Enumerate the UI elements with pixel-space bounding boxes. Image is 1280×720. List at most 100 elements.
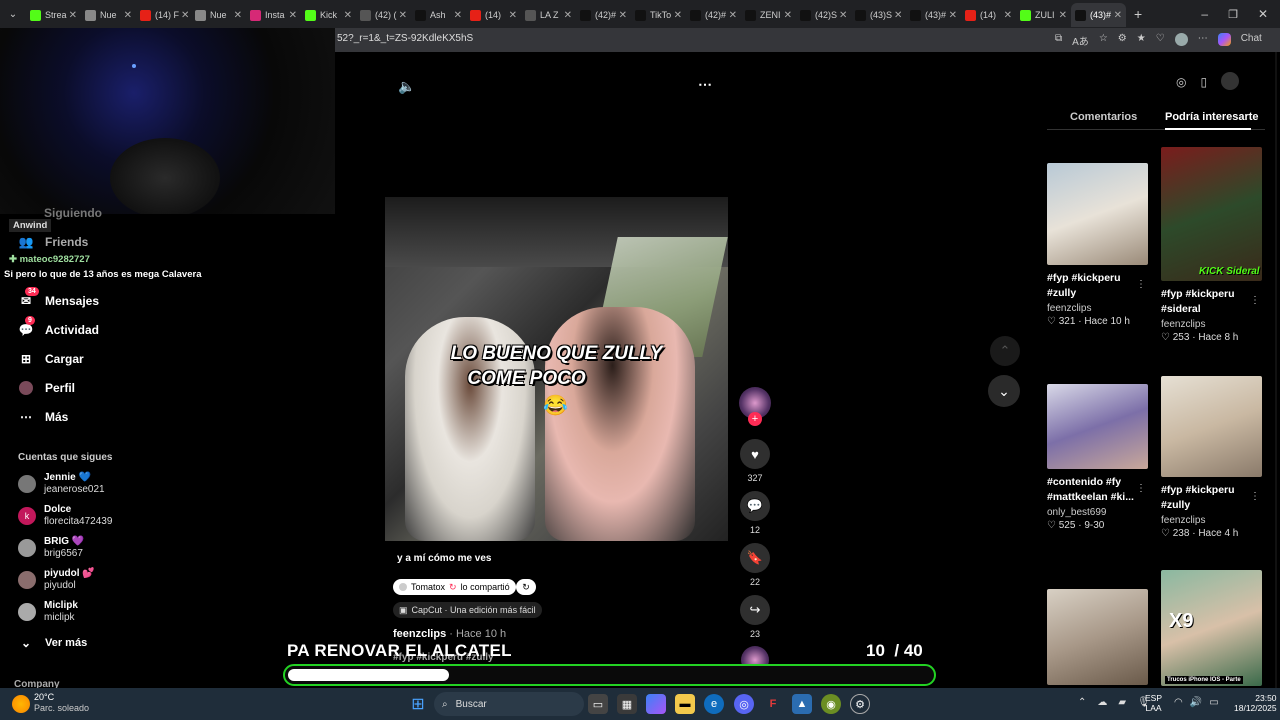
browser-tab[interactable]: Nue ✕ bbox=[191, 3, 246, 27]
copilot-icon[interactable] bbox=[1217, 33, 1231, 46]
copilot-taskbar-icon[interactable] bbox=[646, 694, 666, 714]
favorite-star-icon[interactable]: ☆ bbox=[1099, 33, 1108, 48]
open-in-app-icon[interactable]: ⧉ bbox=[1055, 33, 1062, 48]
tab-close-icon[interactable]: ✕ bbox=[507, 10, 517, 21]
browser-tab[interactable]: (42)S ✕ bbox=[796, 3, 851, 27]
card-more-icon[interactable]: ⋮ bbox=[1136, 279, 1146, 290]
tab-close-icon[interactable]: ✕ bbox=[727, 10, 737, 21]
weather-icon[interactable] bbox=[12, 695, 30, 713]
repost-button[interactable]: ↻ bbox=[516, 579, 536, 595]
tray-app-icon[interactable]: ▰ bbox=[1118, 697, 1126, 708]
phone-icon[interactable]: ▯ bbox=[1200, 75, 1207, 90]
shared-pill[interactable]: Tomatox ↻ lo compartió bbox=[393, 579, 516, 595]
store-icon[interactable]: ▦ bbox=[617, 694, 637, 714]
app-green-icon[interactable]: ◉ bbox=[821, 694, 841, 714]
following-account[interactable]: Miclipk miclipk bbox=[18, 600, 78, 624]
new-tab-button[interactable]: + bbox=[1134, 6, 1142, 22]
maximize-button[interactable]: ❐ bbox=[1228, 8, 1238, 21]
tab-close-icon[interactable]: ✕ bbox=[782, 10, 792, 21]
favorites-icon[interactable]: ★ bbox=[1137, 33, 1146, 48]
onedrive-icon[interactable]: ☁ bbox=[1097, 697, 1107, 708]
extensions-icon[interactable]: ⚙ bbox=[1118, 33, 1127, 48]
wifi-icon[interactable]: ◠ bbox=[1174, 697, 1183, 708]
nav-upload[interactable]: ⊞ Cargar bbox=[18, 351, 84, 367]
browser-tab[interactable]: (42)# ✕ bbox=[576, 3, 631, 27]
tab-close-icon[interactable]: ✕ bbox=[837, 10, 847, 21]
share-action[interactable]: ↪ 23 bbox=[738, 595, 772, 639]
video-thumbnail[interactable] bbox=[1047, 384, 1148, 469]
browser-tab[interactable]: (43)# ✕ bbox=[1071, 3, 1126, 27]
panel-scrollbar[interactable] bbox=[1275, 52, 1277, 688]
tab-close-icon[interactable]: ✕ bbox=[179, 10, 189, 21]
browser-tab[interactable]: Kick ✕ bbox=[301, 3, 356, 27]
browser-tab[interactable]: ZENI ✕ bbox=[741, 3, 796, 27]
tab-close-icon[interactable]: ✕ bbox=[947, 10, 957, 21]
tray-chevron-icon[interactable]: ⌃ bbox=[1078, 697, 1086, 708]
tab-close-icon[interactable]: ✕ bbox=[342, 10, 352, 21]
nav-friends[interactable]: 👥 Friends bbox=[18, 234, 89, 250]
volume-tray-icon[interactable]: 🔊 bbox=[1190, 697, 1202, 708]
nav-more[interactable]: ⋯ Más bbox=[18, 409, 68, 425]
compass-icon[interactable]: ◎ bbox=[1176, 75, 1186, 90]
card-author[interactable]: feenzclips bbox=[1047, 303, 1148, 314]
nav-messages[interactable]: ✉ 34 Mensajes bbox=[18, 287, 99, 309]
browser-tab[interactable]: Strea ✕ bbox=[26, 3, 81, 27]
tab-close-icon[interactable]: ✕ bbox=[1112, 10, 1122, 21]
tab-close-icon[interactable]: ✕ bbox=[1057, 10, 1067, 21]
card-author[interactable]: only_best699 bbox=[1047, 507, 1148, 518]
volume-icon[interactable]: 🔈 bbox=[398, 78, 415, 95]
weather-widget[interactable]: 20°C Parc. soleado bbox=[34, 692, 89, 714]
browser-tab[interactable]: (43)S ✕ bbox=[851, 3, 906, 27]
previous-video-button[interactable]: ⌃ bbox=[990, 336, 1020, 366]
browser-tab[interactable]: Insta ✕ bbox=[246, 3, 301, 27]
browser-tab[interactable]: Nue ✕ bbox=[81, 3, 136, 27]
browser-tab[interactable]: (43)# ✕ bbox=[906, 3, 961, 27]
tab-close-icon[interactable]: ✕ bbox=[287, 10, 297, 21]
next-video-button[interactable]: ⌄ bbox=[988, 375, 1020, 407]
battery-icon[interactable]: ▭ bbox=[1209, 697, 1218, 708]
browser-tab[interactable]: (14) ✕ bbox=[466, 3, 521, 27]
windows-start-icon[interactable]: ⊞ bbox=[408, 694, 428, 714]
settings-icon[interactable]: ⚙ bbox=[850, 694, 870, 714]
user-avatar-icon[interactable] bbox=[1221, 72, 1240, 90]
save-action[interactable]: 🔖 22 bbox=[738, 543, 772, 587]
url-text[interactable]: 52?_r=1&_t=ZS-92KdleKX5hS bbox=[337, 33, 473, 44]
browser-tab[interactable]: (42) (✕ bbox=[356, 3, 411, 27]
heart-icon[interactable]: ♥ bbox=[740, 439, 770, 469]
recommended-video-card[interactable] bbox=[1047, 589, 1148, 685]
nav-following-partial[interactable]: Siguiendo bbox=[44, 206, 102, 220]
taskbar-search[interactable]: ⌕ Buscar bbox=[434, 692, 584, 716]
browser-tab[interactable]: (14) ✕ bbox=[961, 3, 1016, 27]
profile-avatar[interactable] bbox=[1174, 33, 1188, 46]
card-more-icon[interactable]: ⋮ bbox=[1250, 295, 1260, 306]
translate-icon[interactable]: Aあ bbox=[1072, 33, 1089, 48]
recommended-video-card[interactable]: #fyp #kickperu #zully feenzclips ♡ 321 · H… bbox=[1047, 163, 1148, 327]
video-thumbnail[interactable]: KICK Sideral bbox=[1161, 147, 1262, 281]
comment-icon[interactable]: 💬 bbox=[740, 491, 770, 521]
tab-close-icon[interactable]: ✕ bbox=[1002, 10, 1012, 21]
language-indicator[interactable]: ESP LAA bbox=[1145, 693, 1162, 713]
video-author[interactable]: feenzclips bbox=[393, 628, 446, 640]
tab-close-icon[interactable]: ✕ bbox=[562, 10, 572, 21]
tab-close-icon[interactable]: ✕ bbox=[892, 10, 902, 21]
video-player[interactable]: LO BUENO QUE ZULLY COME POCO 😂 bbox=[385, 197, 728, 541]
following-account[interactable]: BRIG 💜 brig6567 bbox=[18, 536, 84, 560]
tab-comments[interactable]: Comentarios bbox=[1070, 111, 1137, 123]
nav-activity[interactable]: 💬 9 Actividad bbox=[18, 316, 99, 338]
photos-icon[interactable]: ▲ bbox=[792, 694, 812, 714]
minimize-button[interactable]: – bbox=[1201, 7, 1208, 21]
edge-browser-icon[interactable]: e bbox=[704, 694, 724, 714]
tab-close-icon[interactable]: ✕ bbox=[672, 10, 682, 21]
video-thumbnail[interactable]: X9 Trucos iPhone IOS - Parte bbox=[1161, 570, 1262, 686]
tab-search-icon[interactable]: ⌄ bbox=[0, 2, 26, 26]
author-avatar-action[interactable]: + bbox=[738, 387, 772, 426]
app-f-icon[interactable]: F bbox=[763, 694, 783, 714]
video-thumbnail[interactable] bbox=[1047, 163, 1148, 265]
browser-tab[interactable]: (42)# ✕ bbox=[686, 3, 741, 27]
close-window-button[interactable]: ✕ bbox=[1258, 7, 1268, 21]
tab-close-icon[interactable]: ✕ bbox=[397, 10, 407, 21]
following-account[interactable]: k Dolce florecita472439 bbox=[18, 504, 112, 528]
card-author[interactable]: feenzclips bbox=[1161, 515, 1262, 526]
nav-profile[interactable]: Perfil bbox=[18, 380, 75, 396]
browser-tab[interactable]: TikTo ✕ bbox=[631, 3, 686, 27]
